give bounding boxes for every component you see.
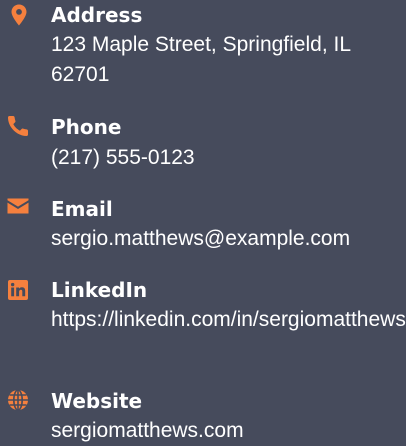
address-value: 123 Maple Street, Springfield, IL (51, 33, 352, 56)
linkedin-label: LinkedIn (51, 278, 148, 302)
website-value[interactable]: sergiomatthews.com (51, 416, 406, 446)
linkedin-value[interactable]: https://linkedin.com/in/sergiomatthews (51, 305, 406, 335)
email-label: Email (51, 197, 113, 221)
linkedin-icon (6, 278, 30, 302)
address-label: Address (51, 3, 143, 27)
map-marker-icon (7, 3, 31, 27)
email-value[interactable]: sergio.matthews@example.com (51, 224, 406, 254)
website-label: Website (51, 389, 143, 413)
phone-value[interactable]: (217) 555-0123 (51, 143, 406, 173)
phone-icon (6, 114, 30, 138)
address-value-line2: 62701 (51, 63, 110, 86)
phone-label: Phone (51, 115, 122, 139)
envelope-icon (6, 194, 30, 218)
globe-icon (6, 388, 30, 412)
